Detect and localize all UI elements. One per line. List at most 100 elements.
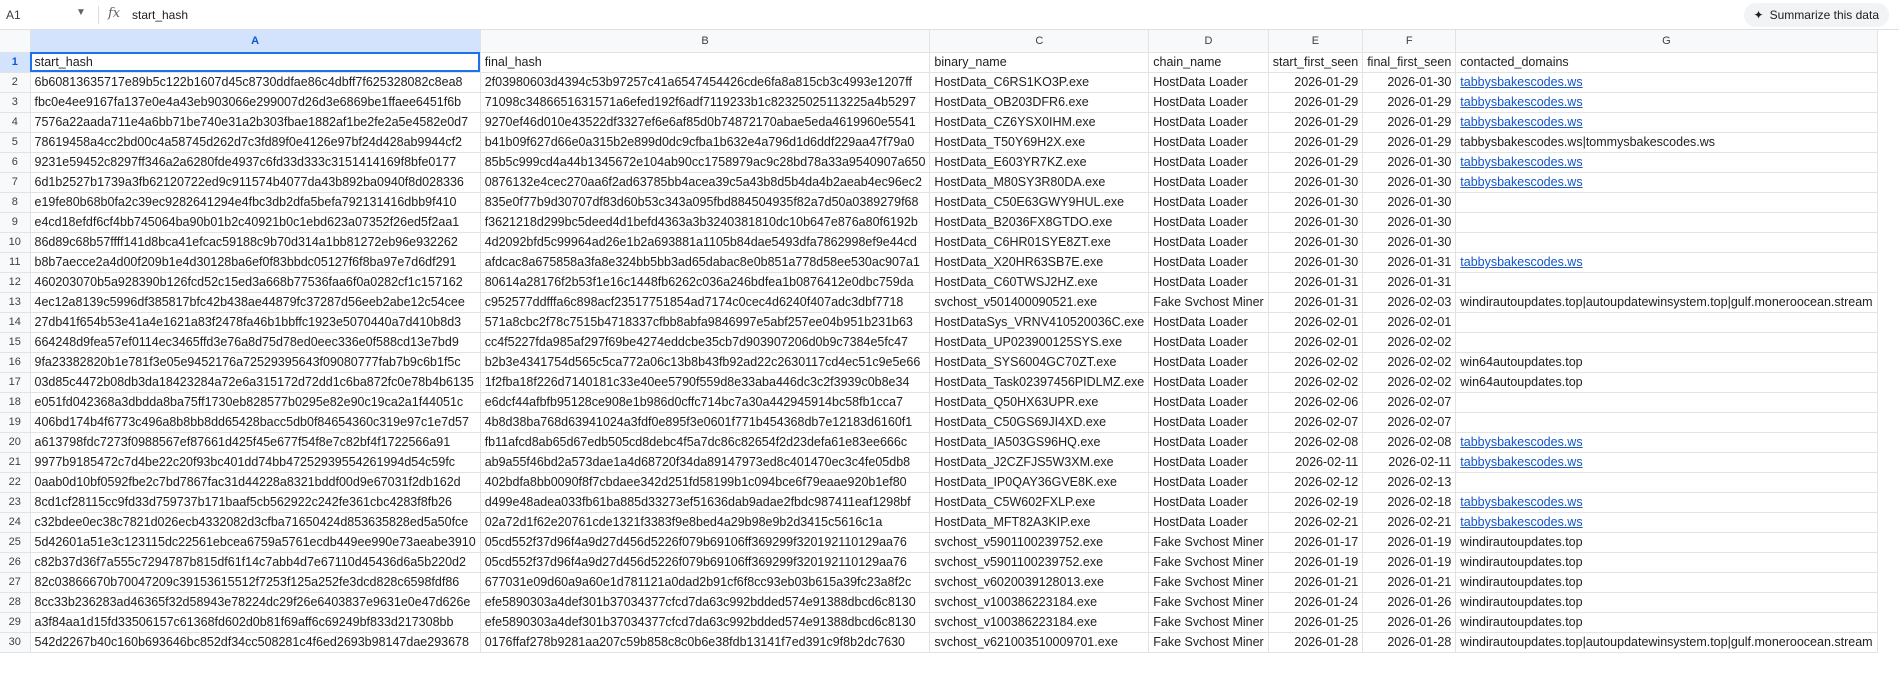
cell-f21[interactable]: 2026-02-11 [1362, 452, 1457, 473]
cell-f30[interactable]: 2026-01-28 [1362, 632, 1457, 653]
cell-c7[interactable]: HostData_M80SY3R80DA.exe [929, 172, 1150, 193]
cell-d25[interactable]: Fake Svchost Miner [1148, 532, 1269, 553]
cell-f18[interactable]: 2026-02-07 [1362, 392, 1457, 413]
cell-g27[interactable]: windirautoupdates.top [1455, 572, 1878, 593]
cell-d6[interactable]: HostData Loader [1148, 152, 1269, 173]
cell-c2[interactable]: HostData_C6RS1KO3P.exe [929, 72, 1150, 93]
row-number[interactable]: 15 [0, 332, 31, 353]
cell-e21[interactable]: 2026-02-11 [1268, 452, 1364, 473]
cell-a28[interactable]: 8cc33b236283ad46365f32d58943e78224dc29f2… [30, 592, 481, 613]
cell-c20[interactable]: HostData_IA503GS96HQ.exe [929, 432, 1150, 453]
cell-c8[interactable]: HostData_C50E63GWY9HUL.exe [929, 192, 1150, 213]
cell-e5[interactable]: 2026-01-29 [1268, 132, 1364, 153]
row-number[interactable]: 18 [0, 392, 31, 413]
cell-e24[interactable]: 2026-02-21 [1268, 512, 1364, 533]
cell-e29[interactable]: 2026-01-25 [1268, 612, 1364, 633]
cell-a16[interactable]: 9fa23382820b1e781f3e05e9452176a725293956… [30, 352, 481, 373]
formula-input[interactable]: start_hash [132, 8, 188, 22]
cell-g30[interactable]: windirautoupdates.top|autoupdatewinsyste… [1455, 632, 1878, 653]
column-header-c[interactable]: C [929, 30, 1150, 53]
cell-e20[interactable]: 2026-02-08 [1268, 432, 1364, 453]
column-header-a[interactable]: A [30, 30, 481, 53]
cell-c6[interactable]: HostData_E603YR7KZ.exe [929, 152, 1150, 173]
cell-d12[interactable]: HostData Loader [1148, 272, 1269, 293]
cell-b11[interactable]: afdcac8a675858a3fa8e324bb5bb3ad65dabac8e… [480, 252, 931, 273]
cell-f5[interactable]: 2026-01-29 [1362, 132, 1457, 153]
cell-f3[interactable]: 2026-01-29 [1362, 92, 1457, 113]
cell-d4[interactable]: HostData Loader [1148, 112, 1269, 133]
row-number[interactable]: 9 [0, 212, 31, 233]
row-number[interactable]: 21 [0, 452, 31, 473]
cell-a14[interactable]: 27db41f654b53e41a4e1621a83f2478fa46b1bbf… [30, 312, 481, 333]
cell-a22[interactable]: 0aab0d10bf0592fbe2c7bd7867fac31d44228a83… [30, 472, 481, 493]
cell-g15[interactable] [1455, 332, 1878, 353]
cell-c18[interactable]: HostData_Q50HX63UPR.exe [929, 392, 1150, 413]
cell-d2[interactable]: HostData Loader [1148, 72, 1269, 93]
cell-f26[interactable]: 2026-01-19 [1362, 552, 1457, 573]
cell-e2[interactable]: 2026-01-29 [1268, 72, 1364, 93]
cell-a23[interactable]: 8cd1cf28115cc9fd33d759737b171baaf5cb5629… [30, 492, 481, 513]
cell-f2[interactable]: 2026-01-30 [1362, 72, 1457, 93]
cell-b29[interactable]: efe5890303a4def301b37034377cfcd7da63c992… [480, 612, 931, 633]
cell-f29[interactable]: 2026-01-26 [1362, 612, 1457, 633]
cell-f13[interactable]: 2026-02-03 [1362, 292, 1457, 313]
row-number[interactable]: 30 [0, 632, 31, 653]
cell-c27[interactable]: svchost_v6020039128013.exe [929, 572, 1150, 593]
cell-a13[interactable]: 4ec12a8139c5996df385817bfc42b438ae44879f… [30, 292, 481, 313]
cell-g10[interactable] [1455, 232, 1878, 253]
chevron-down-icon[interactable]: ▼ [76, 7, 86, 18]
cell-b2[interactable]: 2f03980603d4394c53b97257c41a6547454426cd… [480, 72, 931, 93]
row-number[interactable]: 23 [0, 492, 31, 513]
cell-a4[interactable]: 7576a22aada711e4a6bb71be740e31a2b303fbae… [30, 112, 481, 133]
cell-a3[interactable]: fbc0e4ee9167fa137e0e4a43eb903066e299007d… [30, 92, 481, 113]
cell-d5[interactable]: HostData Loader [1148, 132, 1269, 153]
cell-g24[interactable]: tabbysbakescodes.ws [1455, 512, 1878, 533]
column-header-b[interactable]: B [480, 30, 931, 53]
cell-g1[interactable]: contacted_domains [1455, 52, 1878, 73]
row-number[interactable]: 29 [0, 612, 31, 633]
cell-e14[interactable]: 2026-02-01 [1268, 312, 1364, 333]
row-number[interactable]: 14 [0, 312, 31, 333]
cell-b30[interactable]: 0176ffaf278b9281aa207c59b858c8c0b6e38fdb… [480, 632, 931, 653]
row-number[interactable]: 25 [0, 532, 31, 553]
cell-f19[interactable]: 2026-02-07 [1362, 412, 1457, 433]
cell-d3[interactable]: HostData Loader [1148, 92, 1269, 113]
cell-b20[interactable]: fb11afcd8ab65d67edb505cd8debc4f5a7dc86c8… [480, 432, 931, 453]
cell-c23[interactable]: HostData_C5W602FXLP.exe [929, 492, 1150, 513]
cell-b9[interactable]: f3621218d299bc5deed4d1befd4363a3b3240381… [480, 212, 931, 233]
cell-g23[interactable]: tabbysbakescodes.ws [1455, 492, 1878, 513]
column-header-e[interactable]: E [1268, 30, 1364, 53]
cell-b10[interactable]: 4d2092bfd5c99964ad26e1b2a693881a1105b84d… [480, 232, 931, 253]
cell-e13[interactable]: 2026-01-31 [1268, 292, 1364, 313]
cell-b26[interactable]: 05cd552f37d96f4a9d27d456d5226f079b69106f… [480, 552, 931, 573]
row-number[interactable]: 28 [0, 592, 31, 613]
row-number[interactable]: 16 [0, 352, 31, 373]
cell-f8[interactable]: 2026-01-30 [1362, 192, 1457, 213]
cell-e28[interactable]: 2026-01-24 [1268, 592, 1364, 613]
cell-a5[interactable]: 78619458a4cc2bd00c4a58745d262d7c3fd89f0e… [30, 132, 481, 153]
cell-g29[interactable]: windirautoupdates.top [1455, 612, 1878, 633]
cell-f24[interactable]: 2026-02-21 [1362, 512, 1457, 533]
cell-a24[interactable]: c32bdee0ec38c7821d026ecb4332082d3cfba716… [30, 512, 481, 533]
cell-f17[interactable]: 2026-02-02 [1362, 372, 1457, 393]
row-number[interactable]: 5 [0, 132, 31, 153]
row-number[interactable]: 10 [0, 232, 31, 253]
cell-a1[interactable]: start_hash [30, 52, 481, 73]
cell-e8[interactable]: 2026-01-30 [1268, 192, 1364, 213]
cell-g22[interactable] [1455, 472, 1878, 493]
cell-b23[interactable]: d499e48adea033fb61ba885d33273ef51636dab9… [480, 492, 931, 513]
cell-c26[interactable]: svchost_v5901100239752.exe [929, 552, 1150, 573]
cell-e15[interactable]: 2026-02-01 [1268, 332, 1364, 353]
cell-b14[interactable]: 571a8cbc2f78c7515b4718337cfbb8abfa984699… [480, 312, 931, 333]
cell-a2[interactable]: 6b60813635717e89b5c122b1607d45c8730ddfae… [30, 72, 481, 93]
column-header-g[interactable]: G [1455, 30, 1878, 53]
cell-f16[interactable]: 2026-02-02 [1362, 352, 1457, 373]
cell-e6[interactable]: 2026-01-29 [1268, 152, 1364, 173]
column-header-d[interactable]: D [1148, 30, 1269, 53]
cell-d1[interactable]: chain_name [1148, 52, 1269, 73]
cell-a15[interactable]: 664248d9fea57ef0114ec3465ffd3e76a8d75d78… [30, 332, 481, 353]
cell-g28[interactable]: windirautoupdates.top [1455, 592, 1878, 613]
cell-g14[interactable] [1455, 312, 1878, 333]
cell-g16[interactable]: win64autoupdates.top [1455, 352, 1878, 373]
cell-c9[interactable]: HostData_B2036FX8GTDO.exe [929, 212, 1150, 233]
